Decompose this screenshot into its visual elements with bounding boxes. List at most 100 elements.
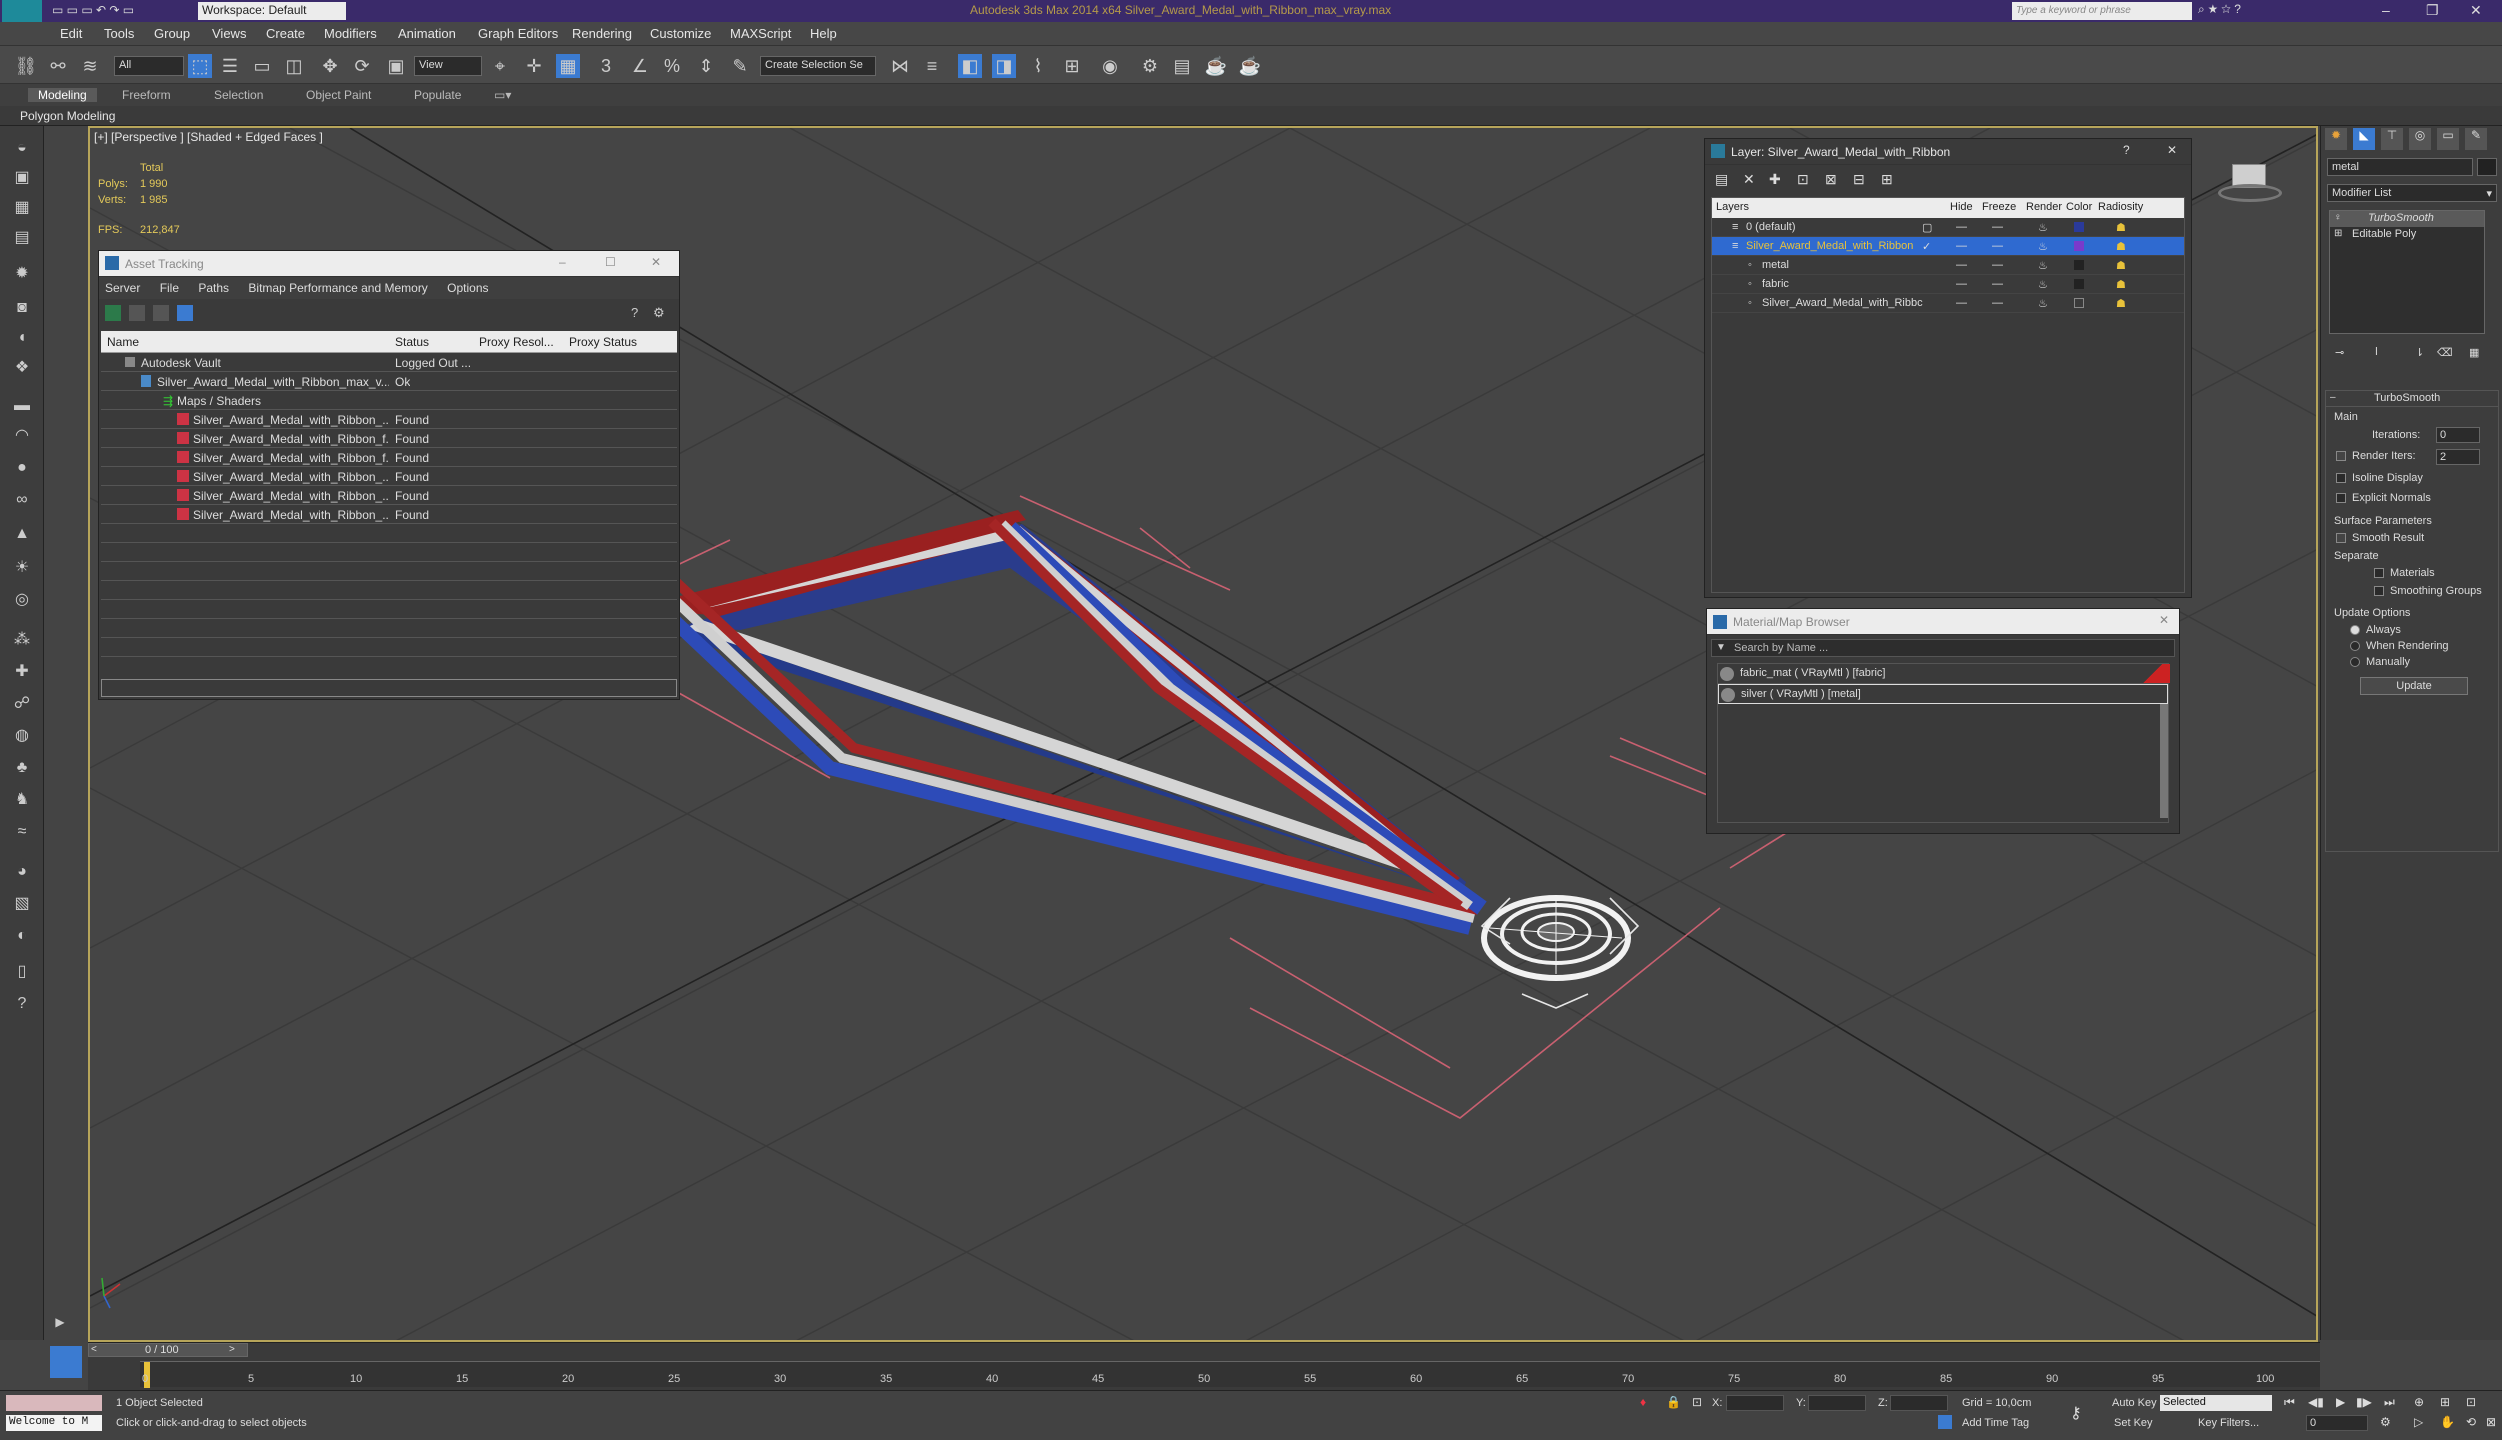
table-row[interactable]: ⇶ Maps / Shaders: [101, 391, 677, 410]
asset-menu-server[interactable]: Server: [105, 281, 140, 295]
material-item[interactable]: silver ( VRayMtl ) [metal]: [1718, 684, 2168, 704]
freeze-toggle[interactable]: —: [1992, 221, 2003, 233]
radiosity-icon[interactable]: ☗: [2116, 259, 2126, 272]
object-color-swatch[interactable]: [2477, 158, 2497, 176]
render-setup-icon[interactable]: ⚙: [1138, 54, 1162, 78]
tab-freeform[interactable]: Freeform: [122, 88, 171, 102]
col-hide[interactable]: Hide: [1950, 201, 1973, 213]
radiosity-icon[interactable]: ☗: [2116, 221, 2126, 234]
menu-create[interactable]: Create: [266, 26, 305, 41]
window-crossing-icon[interactable]: ◫: [282, 54, 306, 78]
snaps-toggle-icon[interactable]: 3: [594, 54, 618, 78]
maximize-viewport-icon[interactable]: ⊠: [2486, 1415, 2496, 1429]
col-render[interactable]: Render: [2026, 201, 2062, 213]
key-filter-dropdown[interactable]: Selected: [2160, 1395, 2272, 1411]
show-end-result-icon[interactable]: ǀ: [2375, 346, 2378, 358]
radiosity-icon[interactable]: ☗: [2116, 297, 2126, 310]
bind-spacewarp-icon[interactable]: ≋: [78, 54, 102, 78]
table-row[interactable]: Silver_Award_Medal_with_Ribbon_... Found: [101, 467, 677, 486]
torus-icon[interactable]: ◎: [10, 588, 34, 612]
col-radiosity[interactable]: Radiosity: [2098, 201, 2143, 213]
light-bulb-icon[interactable]: ♀: [2334, 212, 2342, 223]
infocenter-icons[interactable]: ⌕ ★ ☆ ?: [2198, 2, 2318, 20]
render-iters-checkbox[interactable]: [2336, 451, 2346, 461]
minimize-button[interactable]: –: [2382, 2, 2390, 18]
col-freeze[interactable]: Freeze: [1982, 201, 2016, 213]
rollout-title[interactable]: – TurboSmooth: [2326, 391, 2498, 407]
add-time-tag[interactable]: Add Time Tag: [1962, 1417, 2029, 1429]
asset-menu-file[interactable]: File: [160, 281, 179, 295]
time-tag-icon[interactable]: [1938, 1415, 1952, 1429]
freeze-toggle[interactable]: —: [1992, 278, 2003, 290]
menu-group[interactable]: Group: [154, 26, 190, 41]
mini-curve-editor-icon[interactable]: [50, 1346, 82, 1378]
asset-menu-bitmap[interactable]: Bitmap Performance and Memory: [248, 281, 427, 295]
freeze-toggle[interactable]: —: [1992, 240, 2003, 252]
light-icon[interactable]: ✹: [10, 262, 34, 286]
new-layer-icon[interactable]: ▤: [1715, 171, 1728, 188]
delete-layer-icon[interactable]: ✕: [1743, 171, 1755, 188]
asset-tracking-titlebar[interactable]: Asset Tracking – ☐ ✕: [99, 251, 679, 277]
close-window-button[interactable]: ✕: [2470, 2, 2482, 19]
render-teapot-icon[interactable]: ♨: [2038, 278, 2048, 291]
layer-color-swatch[interactable]: [2074, 279, 2084, 289]
table-row[interactable]: Silver_Award_Medal_with_Ribbon_... Found: [101, 410, 677, 429]
render-teapot-icon[interactable]: ♨: [2038, 297, 2048, 310]
key-icon[interactable]: ⚷: [2070, 1403, 2082, 1423]
layer-help-button[interactable]: ?: [2123, 143, 2130, 157]
freeze-toggle[interactable]: —: [1992, 297, 2003, 309]
tab-populate[interactable]: Populate: [414, 88, 461, 102]
isoline-checkbox[interactable]: [2336, 473, 2346, 483]
lock-selection-icon[interactable]: 🔒: [1666, 1395, 1681, 1409]
viewport-label[interactable]: [+] [Perspective ] [Shaded + Edged Faces…: [94, 130, 323, 144]
help-icon[interactable]: ?: [10, 992, 34, 1016]
rendered-frame-icon[interactable]: ▤: [1170, 54, 1194, 78]
close-icon[interactable]: ✕: [2159, 613, 2169, 627]
app-logo-icon[interactable]: [2, 0, 42, 22]
smoothing-groups-checkbox[interactable]: [2374, 586, 2384, 596]
time-config-icon[interactable]: ⚙: [2380, 1415, 2391, 1429]
hide-all-icon[interactable]: ⊟: [1853, 171, 1865, 188]
layer-row[interactable]: ≡ Silver_Award_Medal_with_Ribbon ✓ — — ♨ ☗: [1712, 237, 2184, 256]
prev-frame-icon[interactable]: ◀▮: [2308, 1395, 2324, 1409]
col-layers[interactable]: Layers: [1716, 201, 1749, 213]
configure-sets-icon[interactable]: ▦: [2469, 346, 2479, 359]
time-slider[interactable]: < 0 / 100 >: [88, 1343, 248, 1357]
maxscript-listener[interactable]: [6, 1395, 102, 1411]
motion-tab-icon[interactable]: ◎: [2409, 128, 2431, 150]
utilities-tab-icon[interactable]: ✎: [2465, 128, 2487, 150]
table-icon[interactable]: ▤: [10, 226, 34, 250]
tab-modeling[interactable]: Modeling: [28, 88, 97, 102]
current-frame-field[interactable]: 0: [2306, 1415, 2368, 1431]
angle-snap-icon[interactable]: ∠: [628, 54, 652, 78]
particles-icon[interactable]: ⁂: [10, 628, 34, 652]
layer-titlebar[interactable]: Layer: Silver_Award_Medal_with_Ribbon ? …: [1705, 139, 2191, 165]
vray-icon[interactable]: ◐: [10, 924, 34, 948]
col-proxy-status[interactable]: Proxy Status: [569, 335, 637, 349]
unlink-icon[interactable]: ⚯: [46, 54, 70, 78]
table-row[interactable]: Silver_Award_Medal_with_Ribbon_... Found: [101, 486, 677, 505]
list-view-icon[interactable]: [129, 305, 145, 321]
asset-tracking-window[interactable]: Asset Tracking – ☐ ✕ Server File Paths B…: [98, 250, 680, 700]
display-tab-icon[interactable]: ▭: [2437, 128, 2459, 150]
layer-manager-icon[interactable]: ◧: [958, 54, 982, 78]
material-map-browser[interactable]: Material/Map Browser ✕ ▼ Search by Name …: [1706, 608, 2180, 834]
col-status[interactable]: Status: [395, 335, 429, 349]
z-coordinate-field[interactable]: [1890, 1395, 1948, 1411]
radiosity-icon[interactable]: ☗: [2116, 240, 2126, 253]
render-teapot-icon[interactable]: ♨: [2038, 240, 2048, 253]
create-tab-icon[interactable]: ✹: [2325, 128, 2347, 150]
plane-icon[interactable]: ▬: [10, 394, 34, 418]
spinner-snap-icon[interactable]: ⇕: [694, 54, 718, 78]
material-search-input[interactable]: Search by Name ...: [1734, 642, 1828, 654]
link-icon[interactable]: ⛓: [14, 54, 38, 78]
table-row[interactable]: Silver_Award_Medal_with_Ribbon_f... Found: [101, 429, 677, 448]
curve-editor-icon[interactable]: ⌇: [1026, 54, 1050, 78]
layer-row[interactable]: ≡ 0 (default) ▢ — — ♨ ☗: [1712, 218, 2184, 237]
goto-end-icon[interactable]: ⏭: [2384, 1395, 2395, 1410]
smooth-result-checkbox[interactable]: [2336, 533, 2346, 543]
table-row[interactable]: Silver_Award_Medal_with_Ribbon_f... Found: [101, 448, 677, 467]
maximize-icon[interactable]: ☐: [605, 255, 616, 269]
layer-color-swatch[interactable]: [2074, 241, 2084, 251]
table-row[interactable]: Silver_Award_Medal_with_Ribbon_... Found: [101, 505, 677, 524]
